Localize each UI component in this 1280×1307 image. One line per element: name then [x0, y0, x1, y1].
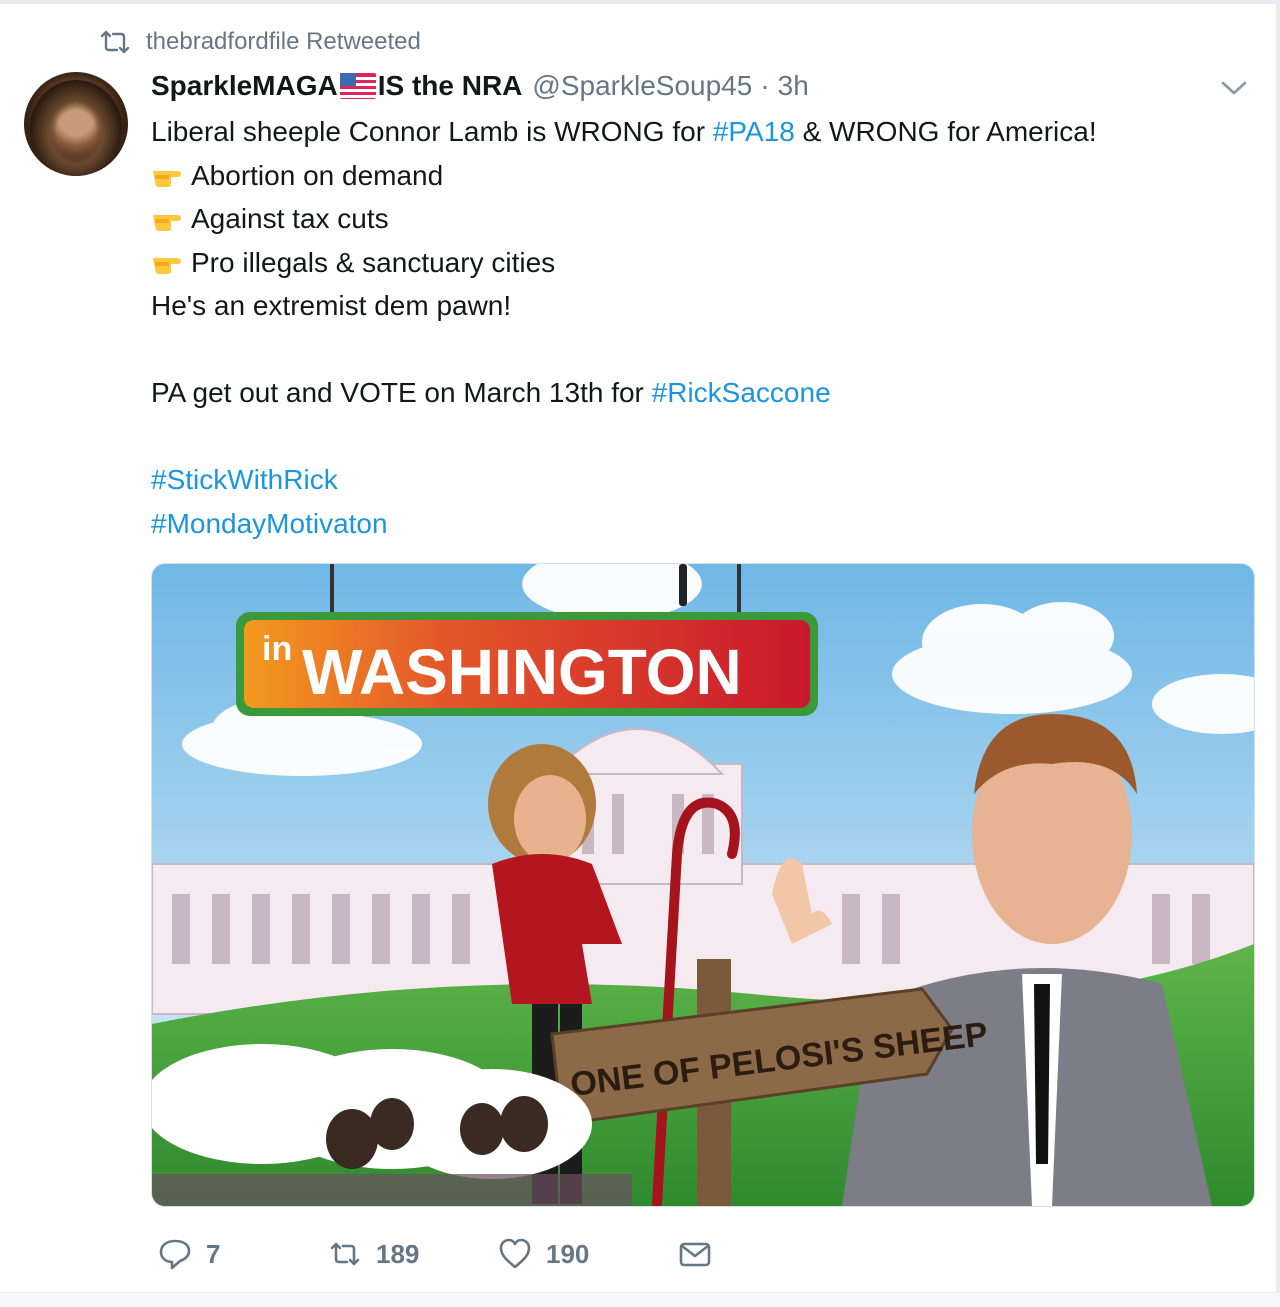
hashtag-ricksaccone[interactable]: #RickSaccone — [652, 377, 831, 408]
media-illustration: in WASHINGTON ONE OF PELOSI'S SHEEP — [152, 564, 1254, 1206]
avatar[interactable] — [24, 72, 128, 176]
pointing-hand-icon — [153, 214, 181, 231]
display-name-part2: IS the NRA — [377, 70, 523, 101]
tweet-text: Liberal sheeple Connor Lamb is WRONG for… — [151, 110, 1231, 545]
retweet-icon — [330, 1242, 360, 1266]
frame-right-border — [1276, 0, 1280, 1307]
retweet-button[interactable]: 189 — [328, 1237, 498, 1271]
display-name-part1: SparkleMAGA — [151, 70, 338, 101]
banner-small-text: in — [262, 630, 292, 668]
tweet-media-image[interactable]: in WASHINGTON ONE OF PELOSI'S SHEEP — [151, 563, 1255, 1207]
us-flag-icon — [339, 72, 376, 99]
tweet-line-1: Liberal sheeple Connor Lamb is WRONG for… — [151, 116, 1097, 147]
retweet-context-label: thebradfordfile Retweeted — [146, 28, 421, 55]
tweet-line-6: PA get out and VOTE on March 13th for #R… — [151, 377, 831, 408]
bullet-line-3: Pro illegals & sanctuary cities — [151, 241, 1231, 285]
bullet-line-1: Abortion on demand — [151, 154, 1231, 198]
hashtag-mondaymotivaton[interactable]: #MondayMotivaton — [151, 502, 1231, 546]
frame-bottom-border — [0, 1292, 1280, 1307]
message-icon — [679, 1242, 711, 1267]
separator-dot: · — [760, 70, 770, 101]
tweet-actions: 7 189 190 — [158, 1232, 712, 1276]
like-icon — [499, 1238, 531, 1269]
retweet-context[interactable]: thebradfordfile Retweeted — [98, 26, 421, 58]
tweet-line-5: He's an extremist dem pawn! — [151, 290, 512, 321]
hashtag-pa18[interactable]: #PA18 — [713, 116, 795, 147]
reply-count: 7 — [206, 1238, 221, 1269]
reply-button[interactable]: 7 — [158, 1237, 328, 1271]
pointing-hand-icon — [153, 171, 181, 188]
tweet-header: SparkleMAGA IS the NRA @SparkleSoup45 · … — [151, 70, 809, 102]
frame-top-border — [0, 0, 1280, 4]
bullet-line-2: Against tax cuts — [151, 197, 1231, 241]
pointing-hand-icon — [153, 258, 181, 275]
tweet-timestamp[interactable]: 3h — [778, 70, 809, 102]
retweet-icon — [100, 30, 130, 54]
hashtag-stickwithrick[interactable]: #StickWithRick — [151, 458, 1231, 502]
like-button[interactable]: 190 — [498, 1237, 678, 1271]
like-count: 190 — [546, 1238, 590, 1269]
banner-big-text: WASHINGTON — [302, 636, 742, 708]
chevron-down-icon[interactable] — [1218, 76, 1250, 100]
direct-message-button[interactable] — [678, 1237, 712, 1271]
reply-icon — [159, 1239, 191, 1270]
display-name[interactable]: SparkleMAGA IS the NRA — [151, 70, 522, 102]
user-handle[interactable]: @SparkleSoup45 — [532, 70, 752, 102]
retweet-count: 189 — [376, 1238, 420, 1269]
